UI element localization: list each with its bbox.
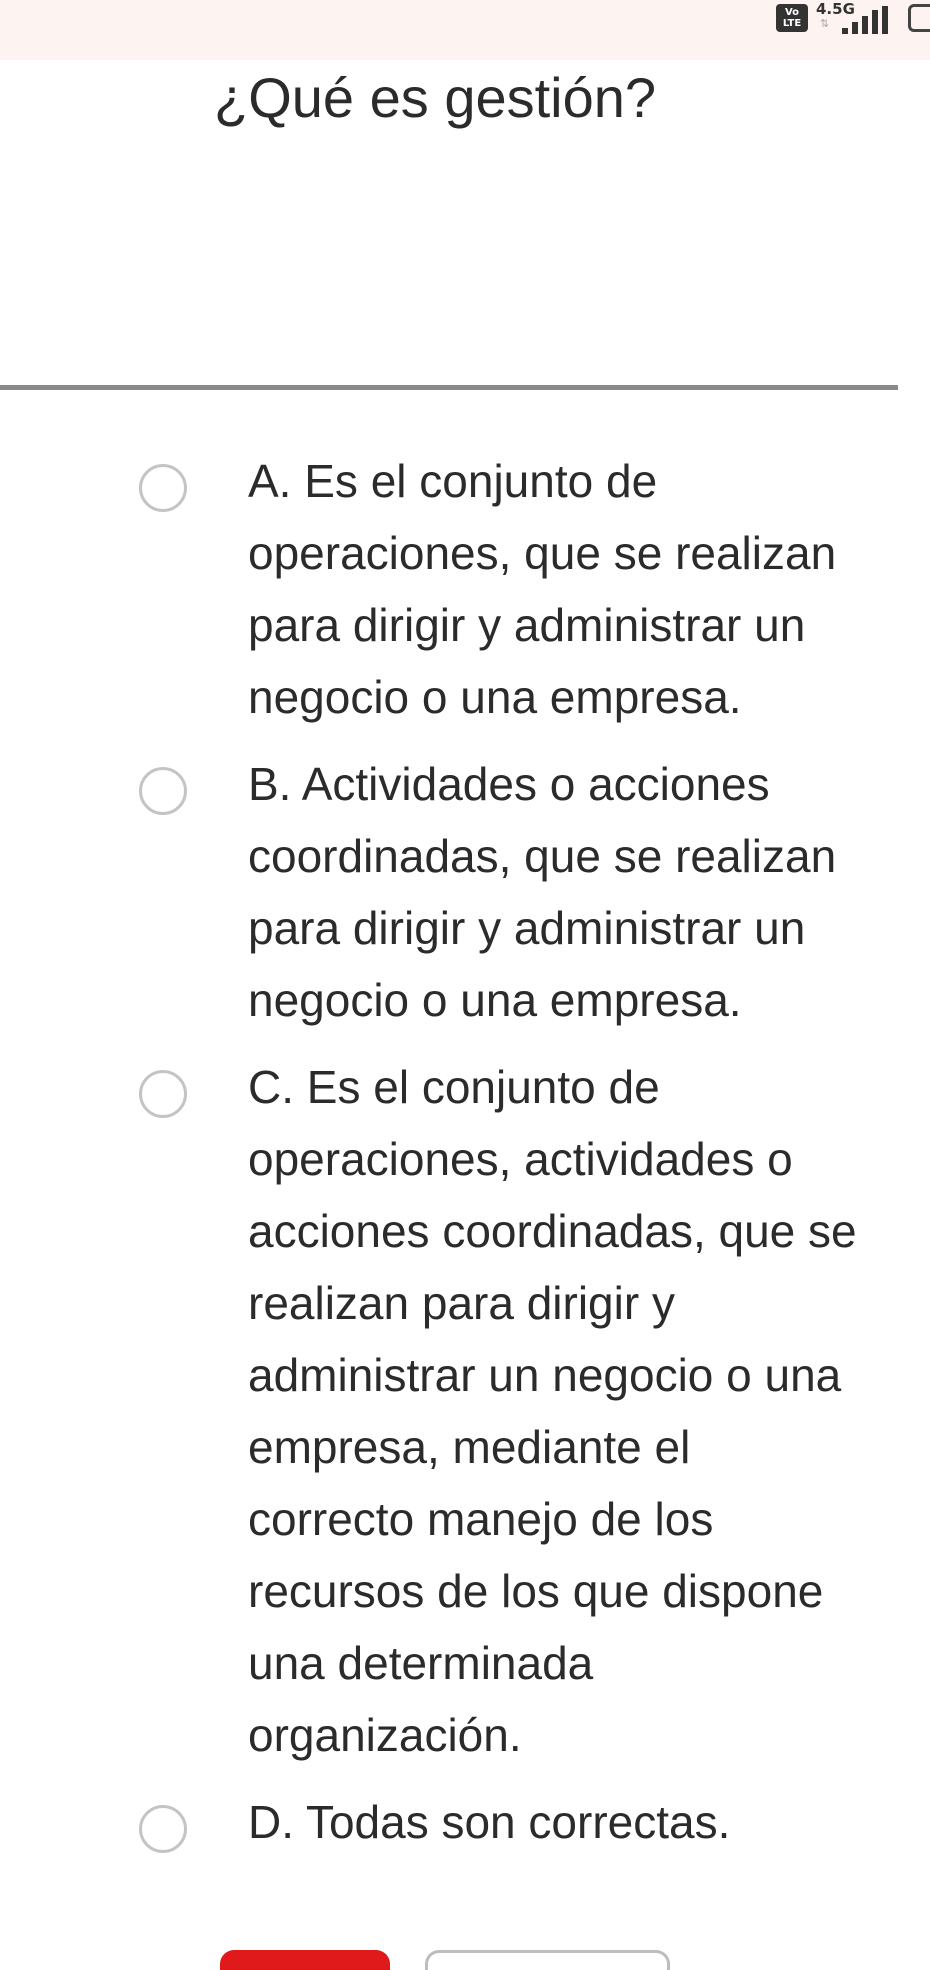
status-bar: Vo LTE 4.5G ⇅ — [0, 0, 930, 60]
signal-strength-icon — [842, 6, 888, 34]
option-a-radio[interactable] — [139, 464, 187, 512]
data-arrows-icon: ⇅ — [820, 17, 830, 30]
option-b-radio[interactable] — [139, 767, 187, 815]
battery-icon — [908, 4, 930, 32]
option-c-radio[interactable] — [139, 1070, 187, 1118]
question-divider — [0, 385, 898, 390]
volte-top-label: Vo — [784, 7, 800, 18]
option-d-text[interactable]: D. Todas son correctas. — [248, 1786, 888, 1858]
question-title: ¿Qué es gestión? — [214, 66, 657, 129]
option-a-text[interactable]: A. Es el conjunto de operaciones, que se… — [248, 445, 888, 733]
option-b-text[interactable]: B. Actividades o acciones coordinadas, q… — [248, 748, 888, 1036]
option-c-text[interactable]: C. Es el conjunto de operaciones, activi… — [248, 1051, 888, 1771]
volte-icon: Vo LTE — [776, 4, 808, 32]
volte-bottom-label: LTE — [782, 18, 802, 29]
primary-action-button[interactable] — [220, 1950, 390, 1970]
option-d-radio[interactable] — [139, 1805, 187, 1853]
secondary-action-button[interactable] — [425, 1950, 670, 1970]
